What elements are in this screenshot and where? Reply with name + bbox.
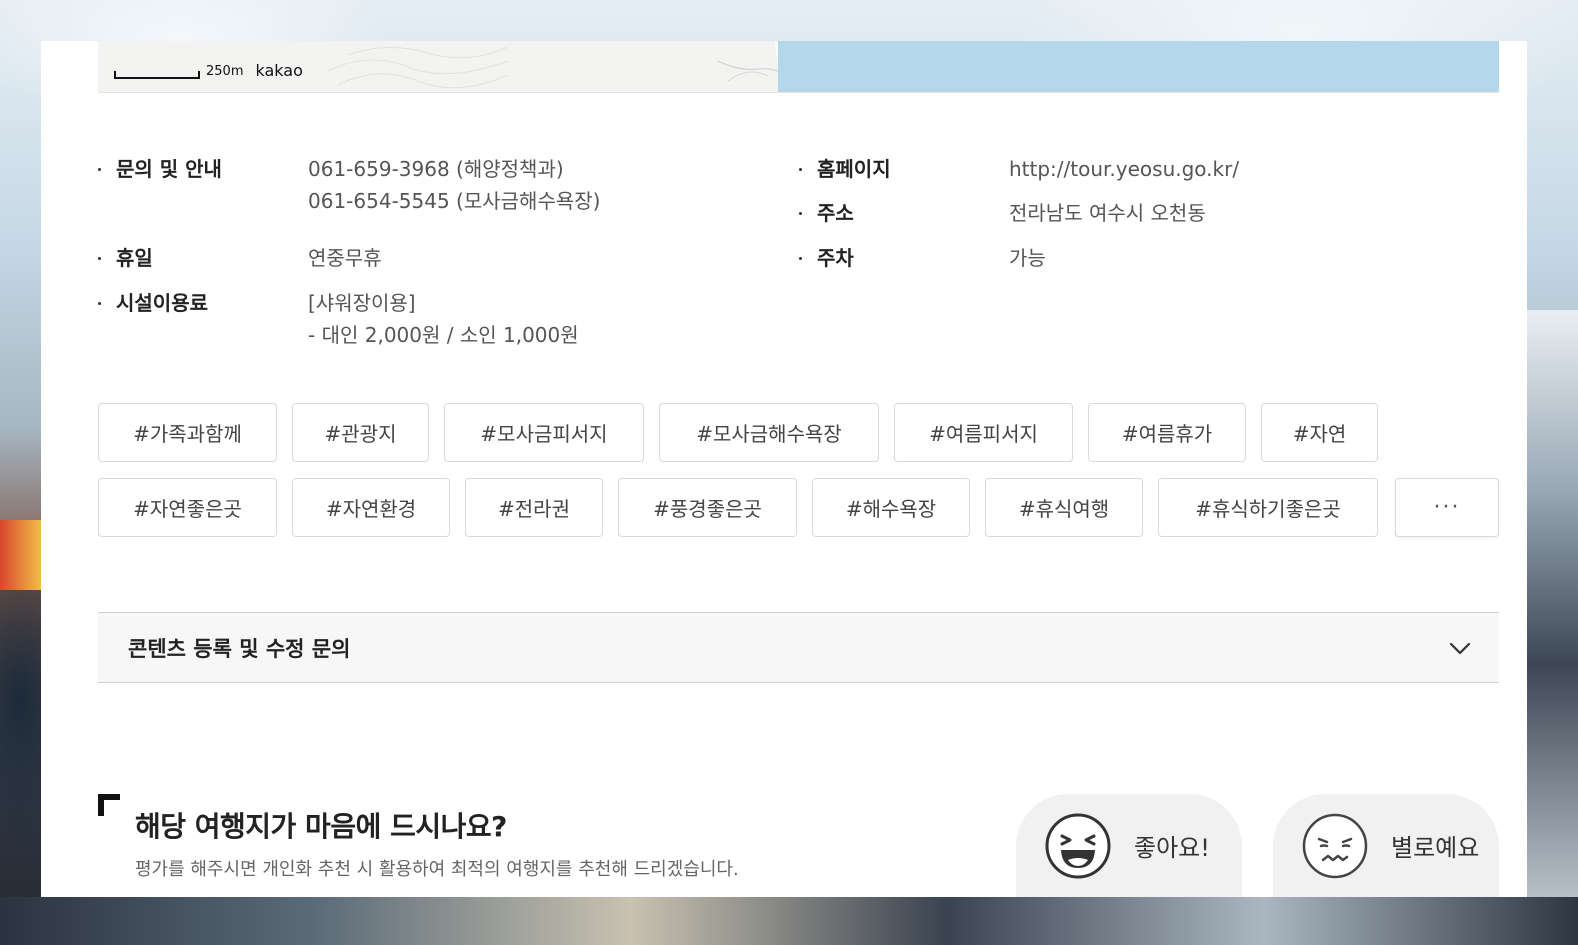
content-inquiry-accordion[interactable]: 콘텐츠 등록 및 수정 문의 [98,612,1499,683]
info-value: 061-659-3968 (해양정책과) 061-654-5545 (모사금해수… [308,153,600,217]
chevron-down-icon[interactable] [1449,637,1471,659]
map-view[interactable]: 250m kakao [98,41,1499,93]
contact-phone-1: 061-659-3968 (해양정책과) [308,157,564,181]
detail-card: 250m kakao 문의 및 안내 061-659-3968 (해양정책과) … [41,41,1527,897]
info-label: 문의 및 안내 [98,153,308,217]
info-row-homepage: 홈페이지 http://tour.yeosu.go.kr/ [799,153,1239,185]
tag-button[interactable]: #해수욕장 [812,478,970,537]
background-stripe [0,520,42,590]
like-button[interactable]: 좋아요! [1016,794,1242,897]
tag-button[interactable]: #휴식하기좋은곳 [1158,478,1378,537]
tag-button[interactable]: #전라권 [465,478,603,537]
info-row-parking: 주차 가능 [799,242,1046,274]
info-value: 연중무휴 [308,246,382,270]
dislike-button[interactable]: 별로예요 [1273,794,1499,897]
tag-button[interactable]: #모사금피서지 [444,403,644,462]
info-row-fee: 시설이용료 [샤워장이용] - 대인 2,000원 / 소인 1,000원 [98,287,579,351]
background-edge [1527,310,1578,900]
tag-button[interactable]: #관광지 [292,403,429,462]
info-row-closed: 휴일 연중무휴 [98,242,382,274]
accordion-title: 콘텐츠 등록 및 수정 문의 [128,636,351,661]
like-label: 좋아요! [1134,834,1210,862]
section-corner-mark [98,794,120,816]
contact-phone-2: 061-654-5545 (모사금해수욕장) [308,189,601,213]
info-value: 가능 [1009,246,1046,270]
info-label: 휴일 [98,242,308,274]
map-provider-logo: kakao [255,61,303,80]
feedback-description: 평가를 해주시면 개인화 추천 시 활용하여 최적의 여행지를 추천해 드리겠습… [135,859,739,880]
tag-button[interactable]: #자연좋은곳 [98,478,277,537]
homepage-link[interactable]: http://tour.yeosu.go.kr/ [1009,153,1239,185]
tag-button[interactable]: #풍경좋은곳 [618,478,797,537]
fee-line-1: [샤워장이용] [308,291,416,315]
info-label: 주소 [799,197,1009,229]
tag-button[interactable]: #여름휴가 [1088,403,1246,462]
laughing-face-icon [1045,813,1111,878]
map-contours [328,46,508,89]
tag-button[interactable]: #자연 [1261,403,1378,462]
tag-button[interactable]: #모사금해수욕장 [659,403,879,462]
map-scale-bar [114,71,200,79]
map-scale-text: 250m [206,64,244,79]
tag-button[interactable]: #여름피서지 [894,403,1073,462]
feedback-question: 해당 여행지가 마음에 드시나요? [135,810,507,843]
tag-button[interactable]: #자연환경 [292,478,450,537]
map-water [778,41,1499,92]
info-label: 시설이용료 [98,287,308,351]
dislike-label: 별로예요 [1391,834,1480,862]
tag-button[interactable]: #휴식여행 [985,478,1143,537]
fee-line-2: - 대인 2,000원 / 소인 1,000원 [308,323,579,347]
map-scale: 250m kakao [114,63,303,79]
sad-face-icon [1302,813,1368,878]
info-row-contact: 문의 및 안내 061-659-3968 (해양정책과) 061-654-554… [98,153,600,217]
info-label: 주차 [799,242,1009,274]
more-tags-button[interactable]: ··· [1395,478,1499,537]
tag-button[interactable]: #가족과함께 [98,403,277,462]
info-value: 전라남도 여수시 오천동 [1009,201,1206,225]
info-label: 홈페이지 [799,153,1009,185]
info-row-address: 주소 전라남도 여수시 오천동 [799,197,1206,229]
background-bottom [0,897,1578,945]
info-value: [샤워장이용] - 대인 2,000원 / 소인 1,000원 [308,287,579,351]
